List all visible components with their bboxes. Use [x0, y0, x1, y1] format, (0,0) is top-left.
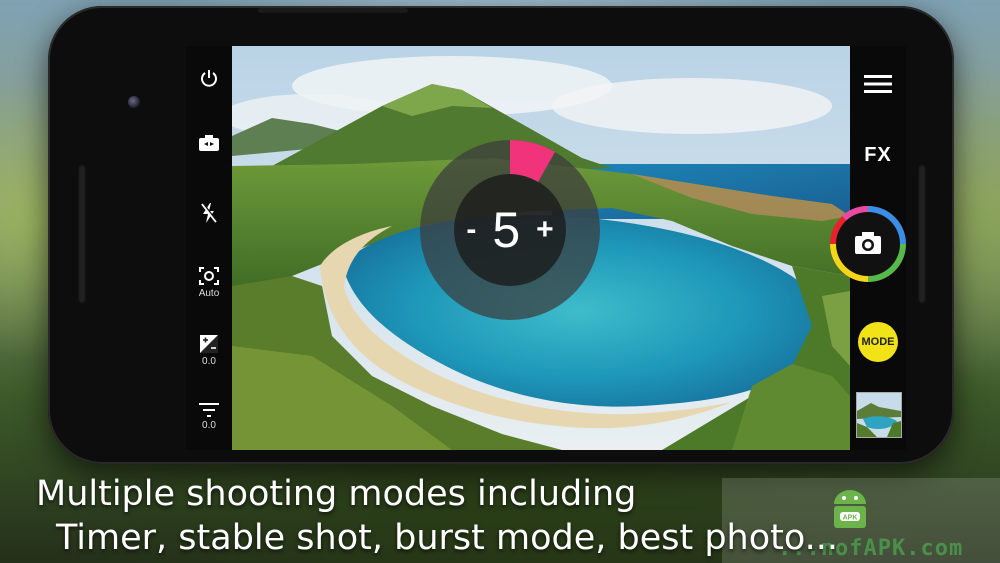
caption-line-1: Multiple shooting modes including [36, 474, 637, 514]
timer-controls: - 5 + [418, 138, 602, 322]
timer-decrease-button[interactable]: - [466, 213, 476, 247]
menu-button[interactable] [850, 74, 906, 99]
power-icon [201, 70, 217, 87]
focus-icon [199, 267, 219, 285]
power-button[interactable] [186, 68, 232, 88]
switch-camera-button[interactable] [186, 134, 232, 152]
flash-button[interactable] [186, 202, 232, 224]
phone-frame: - 5 + Auto 0.0 0.0 FX MODE [48, 6, 954, 464]
fx-label: FX [864, 144, 892, 166]
left-toolbar: Auto 0.0 0.0 [186, 46, 232, 450]
exposure-button[interactable]: 0.0 [186, 334, 232, 367]
phone-top-button [258, 8, 408, 13]
mode-button[interactable]: MODE [858, 322, 898, 362]
promo-caption: Multiple shooting modes including Timer,… [36, 472, 838, 560]
shutter-button[interactable] [828, 204, 906, 284]
filter-button[interactable]: 0.0 [186, 402, 232, 431]
switch-camera-icon [199, 135, 219, 151]
timer-increase-button[interactable]: + [536, 213, 554, 247]
caption-line-2: Timer, stable shot, burst mode, best pho… [56, 518, 839, 558]
camera-screen: - 5 + Auto 0.0 0.0 FX MODE [186, 46, 906, 450]
exposure-icon [200, 335, 218, 353]
filter-value: 0.0 [202, 420, 216, 431]
gallery-thumbnail[interactable] [856, 392, 902, 438]
left-speaker-grille [78, 164, 86, 304]
apk-logo-text: APK [843, 515, 858, 522]
timer-value: 5 [492, 202, 521, 258]
menu-icon [864, 75, 892, 93]
right-speaker-grille [918, 164, 926, 304]
focus-button[interactable]: Auto [186, 266, 232, 299]
filter-icon [199, 403, 219, 417]
exposure-value: 0.0 [202, 356, 216, 367]
flash-off-icon [201, 202, 218, 223]
gallery-thumbnail-image [857, 393, 901, 437]
focus-mode-label: Auto [198, 288, 220, 299]
fx-button[interactable]: FX [850, 144, 906, 167]
front-camera-lens [128, 96, 140, 108]
